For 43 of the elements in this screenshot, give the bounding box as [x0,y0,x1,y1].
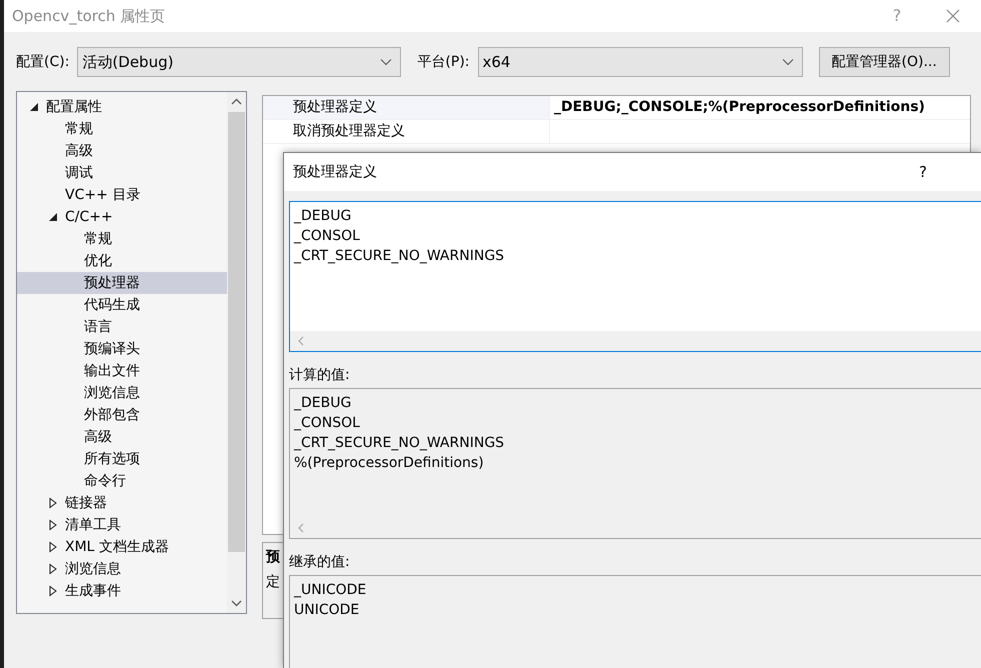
tree-item[interactable]: 语言 [17,316,227,338]
dialog-title: 预处理器定义 [293,162,377,182]
tree-item[interactable]: 常规 [17,118,227,140]
window-title: Opencv_torch 属性页 [12,6,166,27]
tree-item[interactable]: 预处理器 [17,272,227,294]
inherited-values-field[interactable]: _UNICODE UNICODE [289,575,981,668]
tree-item[interactable]: VC++ 目录 [17,184,227,206]
tree-item[interactable]: 输出文件 [17,360,227,382]
tree-item[interactable]: 预编译头 [17,338,227,360]
scrollbar-thumb[interactable] [228,112,245,552]
config-label: 配置(C): [16,52,70,72]
tree-item[interactable]: 配置属性 [17,96,227,118]
inherited-values-label: 继承的值: [289,554,350,570]
description-text: 定 [266,574,280,590]
tree-item[interactable]: XML 文档生成器 [17,536,227,558]
tree-item[interactable]: 优化 [17,250,227,272]
config-manager-button[interactable]: 配置管理器(O)... [818,47,950,77]
tree-item[interactable]: 生成事件 [17,580,227,602]
tree-item[interactable]: 外部包含 [17,404,227,426]
definitions-field[interactable]: _DEBUG _CONSOL _CRT_SECURE_NO_WARNINGS [289,201,981,352]
tree-item[interactable]: 调试 [17,162,227,184]
tree-item[interactable]: 浏览信息 [17,558,227,580]
tree-item[interactable]: 代码生成 [17,294,227,316]
tree-item[interactable]: 所有选项 [17,448,227,470]
property-name[interactable]: 取消预处理器定义 [263,120,549,143]
computed-values-label: 计算的值: [289,367,350,383]
tree-item[interactable]: 高级 [17,140,227,162]
close-icon[interactable] [945,8,961,24]
config-dropdown[interactable]: 活动(Debug) [77,47,402,77]
property-value[interactable]: _DEBUG;_CONSOLE;%(PreprocessorDefinitions) [549,96,970,119]
tree-item[interactable]: 浏览信息 [17,382,227,404]
tree-item[interactable]: C/C++ [17,206,227,228]
tree-item[interactable]: 清单工具 [17,514,227,536]
platform-dropdown[interactable]: x64 [478,47,803,77]
computed-values-field[interactable]: _DEBUG _CONSOL _CRT_SECURE_NO_WARNINGS %(PreprocessorDefinitions) [289,388,981,539]
platform-label: 平台(P): [417,52,470,72]
property-name[interactable]: 预处理器定义 [263,96,549,119]
tree-item[interactable]: 高级 [17,426,227,448]
tree-item[interactable]: 链接器 [17,492,227,514]
tree-item[interactable]: 命令行 [17,470,227,492]
tree-item[interactable]: 常规 [17,228,227,250]
help-button[interactable]: ? [919,160,927,184]
description-title: 预 [266,549,280,565]
